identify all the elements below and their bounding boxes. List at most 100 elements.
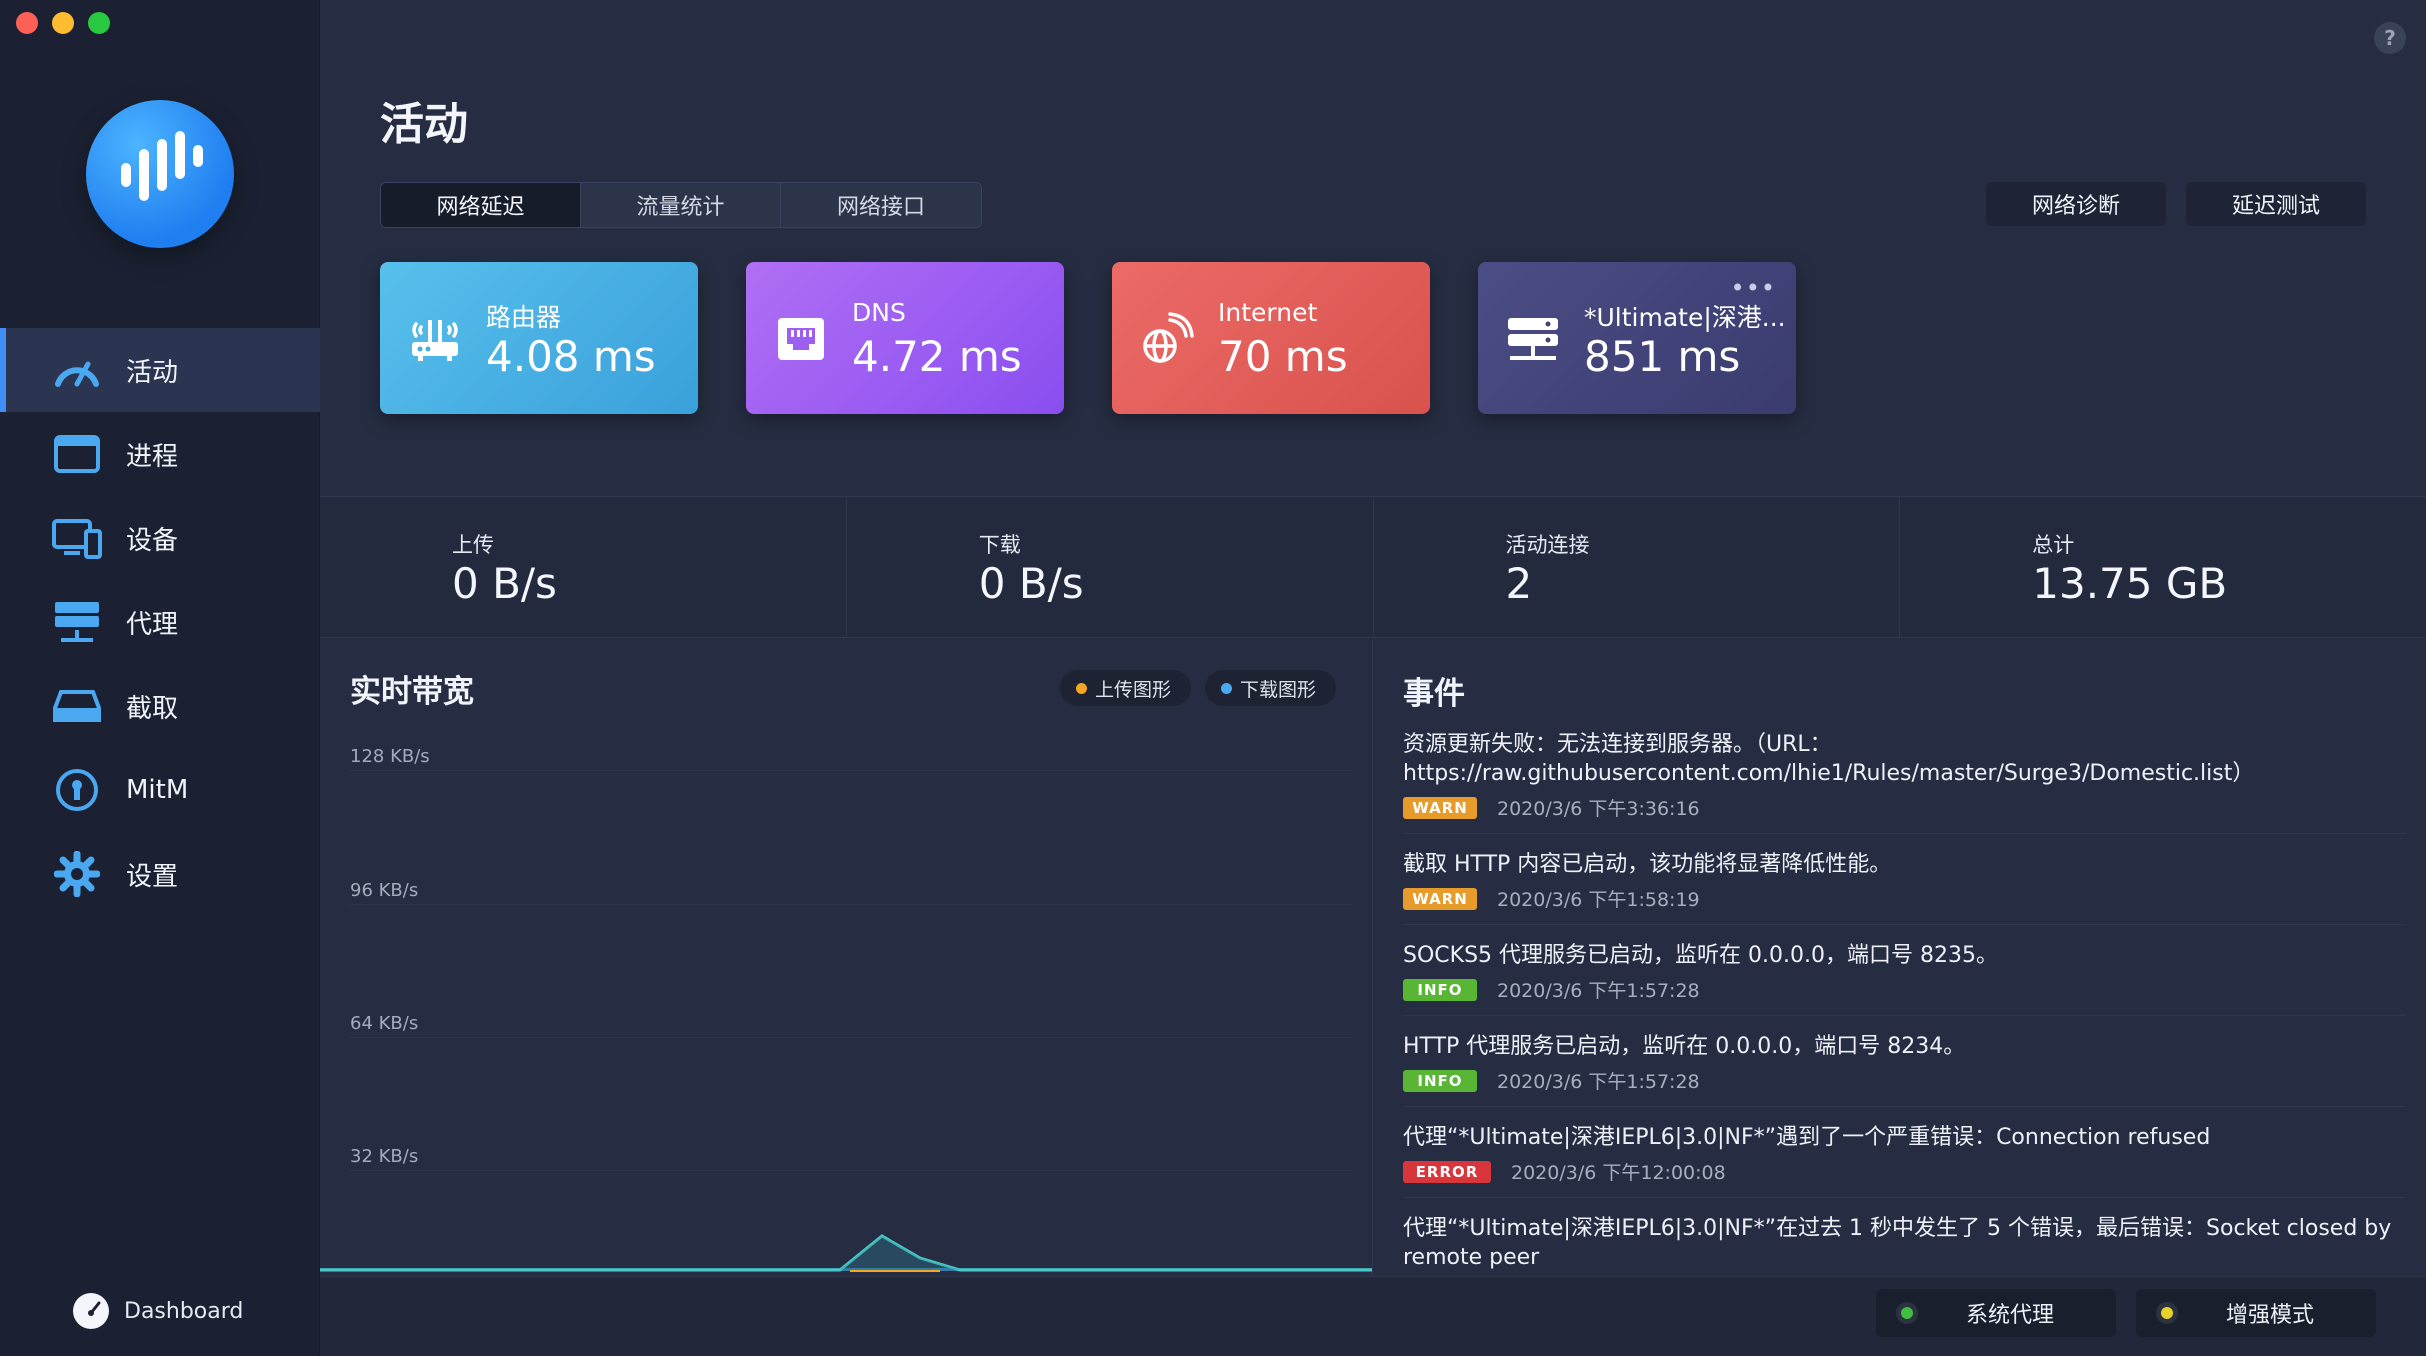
- event-message: 代理“*Ultimate|深港IEPL6|3.0|NF*”遇到了一个严重错误：C…: [1403, 1125, 2211, 1150]
- status-indicator: [2156, 1302, 2178, 1324]
- latency-label: DNS: [852, 298, 906, 327]
- latency-card-router[interactable]: 路由器 4.08 ms: [380, 262, 698, 414]
- window-controls: [16, 12, 110, 34]
- header-actions: 网络诊断 延迟测试: [1986, 182, 2366, 226]
- event-item[interactable]: HTTP 代理服务已启动，监听在 0.0.0.0，端口号 8234。 INFO …: [1403, 1028, 2406, 1107]
- bandwidth-graph: [320, 1234, 1372, 1272]
- tab-network-latency[interactable]: 网络延迟: [381, 183, 581, 227]
- event-meta: INFO 2020/3/6 下午1:57:28: [1403, 1067, 2406, 1094]
- y-tick-label: 96 KB/s: [350, 880, 419, 901]
- stat-label: 活动连接: [1505, 533, 1590, 557]
- event-item[interactable]: 代理“*Ultimate|深港IEPL6|3.0|NF*”遇到了一个严重错误：C…: [1403, 1119, 2406, 1198]
- sidebar-item-label: 代理: [126, 609, 179, 640]
- stat-upload: 上传 0 B/s: [320, 497, 847, 637]
- help-button[interactable]: ?: [2374, 22, 2406, 54]
- latency-label: Internet: [1218, 298, 1318, 327]
- sidebar: 活动 进程 设备 代理 截取 MitM 设置 Dashboard: [0, 0, 320, 1356]
- zoom-window-button[interactable]: [88, 12, 110, 34]
- stat-value: 0 B/s: [452, 559, 557, 608]
- events-list: 资源更新失败：无法连接到服务器。（URL：https://raw.githubu…: [1403, 726, 2406, 1276]
- upload-color-dot: [1075, 682, 1087, 694]
- y-tick-label: 128 KB/s: [350, 746, 430, 767]
- window-icon: [52, 431, 102, 477]
- stat-label: 总计: [2032, 533, 2075, 557]
- gridline: [350, 904, 1352, 905]
- sidebar-nav: 活动 进程 设备 代理 截取 MitM 设置: [0, 328, 320, 916]
- dashboard-button[interactable]: Dashboard: [72, 1292, 243, 1330]
- stat-value: 0 B/s: [978, 559, 1084, 608]
- close-window-button[interactable]: [16, 12, 38, 34]
- events-panel: 事件 资源更新失败：无法连接到服务器。（URL：https://raw.gith…: [1372, 640, 2426, 1276]
- latency-value: 851 ms: [1584, 332, 1741, 381]
- latency-label: 路由器: [486, 303, 562, 332]
- tab-traffic-stats[interactable]: 流量统计: [581, 183, 781, 227]
- sidebar-item-label: 截取: [126, 693, 179, 724]
- event-time: 2020/3/6 下午3:36:16: [1497, 798, 1700, 820]
- bandwidth-panel: 实时带宽 上传图形 下载图形 128 KB/s 96 KB/s 64 KB/s …: [320, 640, 1372, 1276]
- sidebar-item-mitm[interactable]: MitM: [0, 748, 320, 832]
- latency-test-button[interactable]: 延迟测试: [2186, 182, 2366, 226]
- bandwidth-legend: 上传图形 下载图形: [1059, 670, 1336, 706]
- latency-card-proxy[interactable]: ••• *Ultimate|深港... 851 ms: [1478, 262, 1796, 414]
- enhanced-mode-toggle[interactable]: 增强模式: [2136, 1289, 2376, 1337]
- stat-label: 下载: [978, 533, 1021, 557]
- sidebar-item-proxy[interactable]: 代理: [0, 580, 320, 664]
- bandwidth-title: 实时带宽: [350, 674, 474, 710]
- event-level-badge: INFO: [1403, 978, 1477, 1001]
- latency-value: 4.08 ms: [486, 332, 656, 381]
- stat-value: 2: [1505, 559, 1533, 608]
- events-title: 事件: [1403, 676, 1465, 712]
- legend-download-toggle[interactable]: 下载图形: [1204, 670, 1336, 706]
- event-level-badge: WARN: [1403, 887, 1477, 910]
- download-color-dot: [1220, 682, 1232, 694]
- stat-value: 13.75 GB: [2032, 559, 2228, 608]
- main-content: ? 活动 网络延迟 流量统计 网络接口 网络诊断 延迟测试 路由器 4.08 m…: [320, 0, 2426, 1356]
- event-message: 资源更新失败：无法连接到服务器。（URL：https://raw.githubu…: [1403, 732, 2255, 786]
- tab-network-interface[interactable]: 网络接口: [781, 183, 981, 227]
- sidebar-item-label: 设置: [126, 861, 179, 892]
- gridline: [350, 1037, 1352, 1038]
- sidebar-item-capture[interactable]: 截取: [0, 664, 320, 748]
- gear-icon: [52, 851, 102, 897]
- sidebar-item-devices[interactable]: 设备: [0, 496, 320, 580]
- latency-card-dns[interactable]: DNS 4.72 ms: [746, 262, 1064, 414]
- event-message: 代理“*Ultimate|深港IEPL6|3.0|NF*”在过去 1 秒中发生了…: [1403, 1216, 2392, 1270]
- event-meta: INFO 2020/3/6 下午1:57:28: [1403, 976, 2406, 1003]
- event-item[interactable]: SOCKS5 代理服务已启动，监听在 0.0.0.0，端口号 8235。 INF…: [1403, 937, 2406, 1016]
- network-diagnostics-button[interactable]: 网络诊断: [1986, 182, 2166, 226]
- system-proxy-toggle[interactable]: 系统代理: [1876, 1289, 2116, 1337]
- minimize-window-button[interactable]: [52, 12, 74, 34]
- ethernet-port-icon: [778, 318, 824, 360]
- drive-icon: [52, 683, 102, 729]
- router-icon: [412, 320, 458, 361]
- event-item[interactable]: 资源更新失败：无法连接到服务器。（URL：https://raw.githubu…: [1403, 726, 2406, 834]
- status-indicator: [1896, 1302, 1918, 1324]
- sidebar-item-activity[interactable]: 活动: [0, 328, 320, 412]
- latency-label: *Ultimate|深港...: [1584, 303, 1786, 332]
- event-item[interactable]: 截取 HTTP 内容已启动，该功能将显著降低性能。 WARN 2020/3/6 …: [1403, 846, 2406, 925]
- sidebar-item-process[interactable]: 进程: [0, 412, 320, 496]
- event-level-badge: WARN: [1403, 796, 1477, 819]
- sound-wave-icon: [121, 131, 203, 201]
- latency-card-internet[interactable]: Internet 70 ms: [1112, 262, 1430, 414]
- dashboard-label: Dashboard: [124, 1298, 244, 1324]
- latency-value: 4.72 ms: [852, 332, 1022, 381]
- gridline: [350, 1170, 1352, 1171]
- event-time: 2020/3/6 下午1:58:19: [1497, 889, 1700, 911]
- page-title: 活动: [380, 99, 468, 150]
- event-meta: WARN 2020/3/6 下午1:58:19: [1403, 885, 2406, 912]
- event-time: 2020/3/6 下午12:00:08: [1511, 1162, 1726, 1184]
- event-time: 2020/3/6 下午1:57:28: [1497, 1071, 1700, 1093]
- legend-label: 上传图形: [1094, 678, 1171, 701]
- globe-signal-icon: [1143, 312, 1194, 363]
- event-meta: ERROR 2020/3/6 下午12:00:08: [1403, 1158, 2406, 1185]
- speedometer-icon: [52, 347, 102, 393]
- sidebar-item-settings[interactable]: 设置: [0, 832, 320, 916]
- sidebar-item-label: 进程: [126, 441, 179, 472]
- event-message: SOCKS5 代理服务已启动，监听在 0.0.0.0，端口号 8235。: [1403, 943, 1998, 968]
- system-proxy-label: 系统代理: [1966, 1303, 2055, 1328]
- event-item[interactable]: 代理“*Ultimate|深港IEPL6|3.0|NF*”在过去 1 秒中发生了…: [1403, 1210, 2406, 1276]
- legend-upload-toggle[interactable]: 上传图形: [1059, 670, 1191, 706]
- y-tick-label: 64 KB/s: [350, 1013, 419, 1034]
- enhanced-mode-label: 增强模式: [2226, 1303, 2315, 1328]
